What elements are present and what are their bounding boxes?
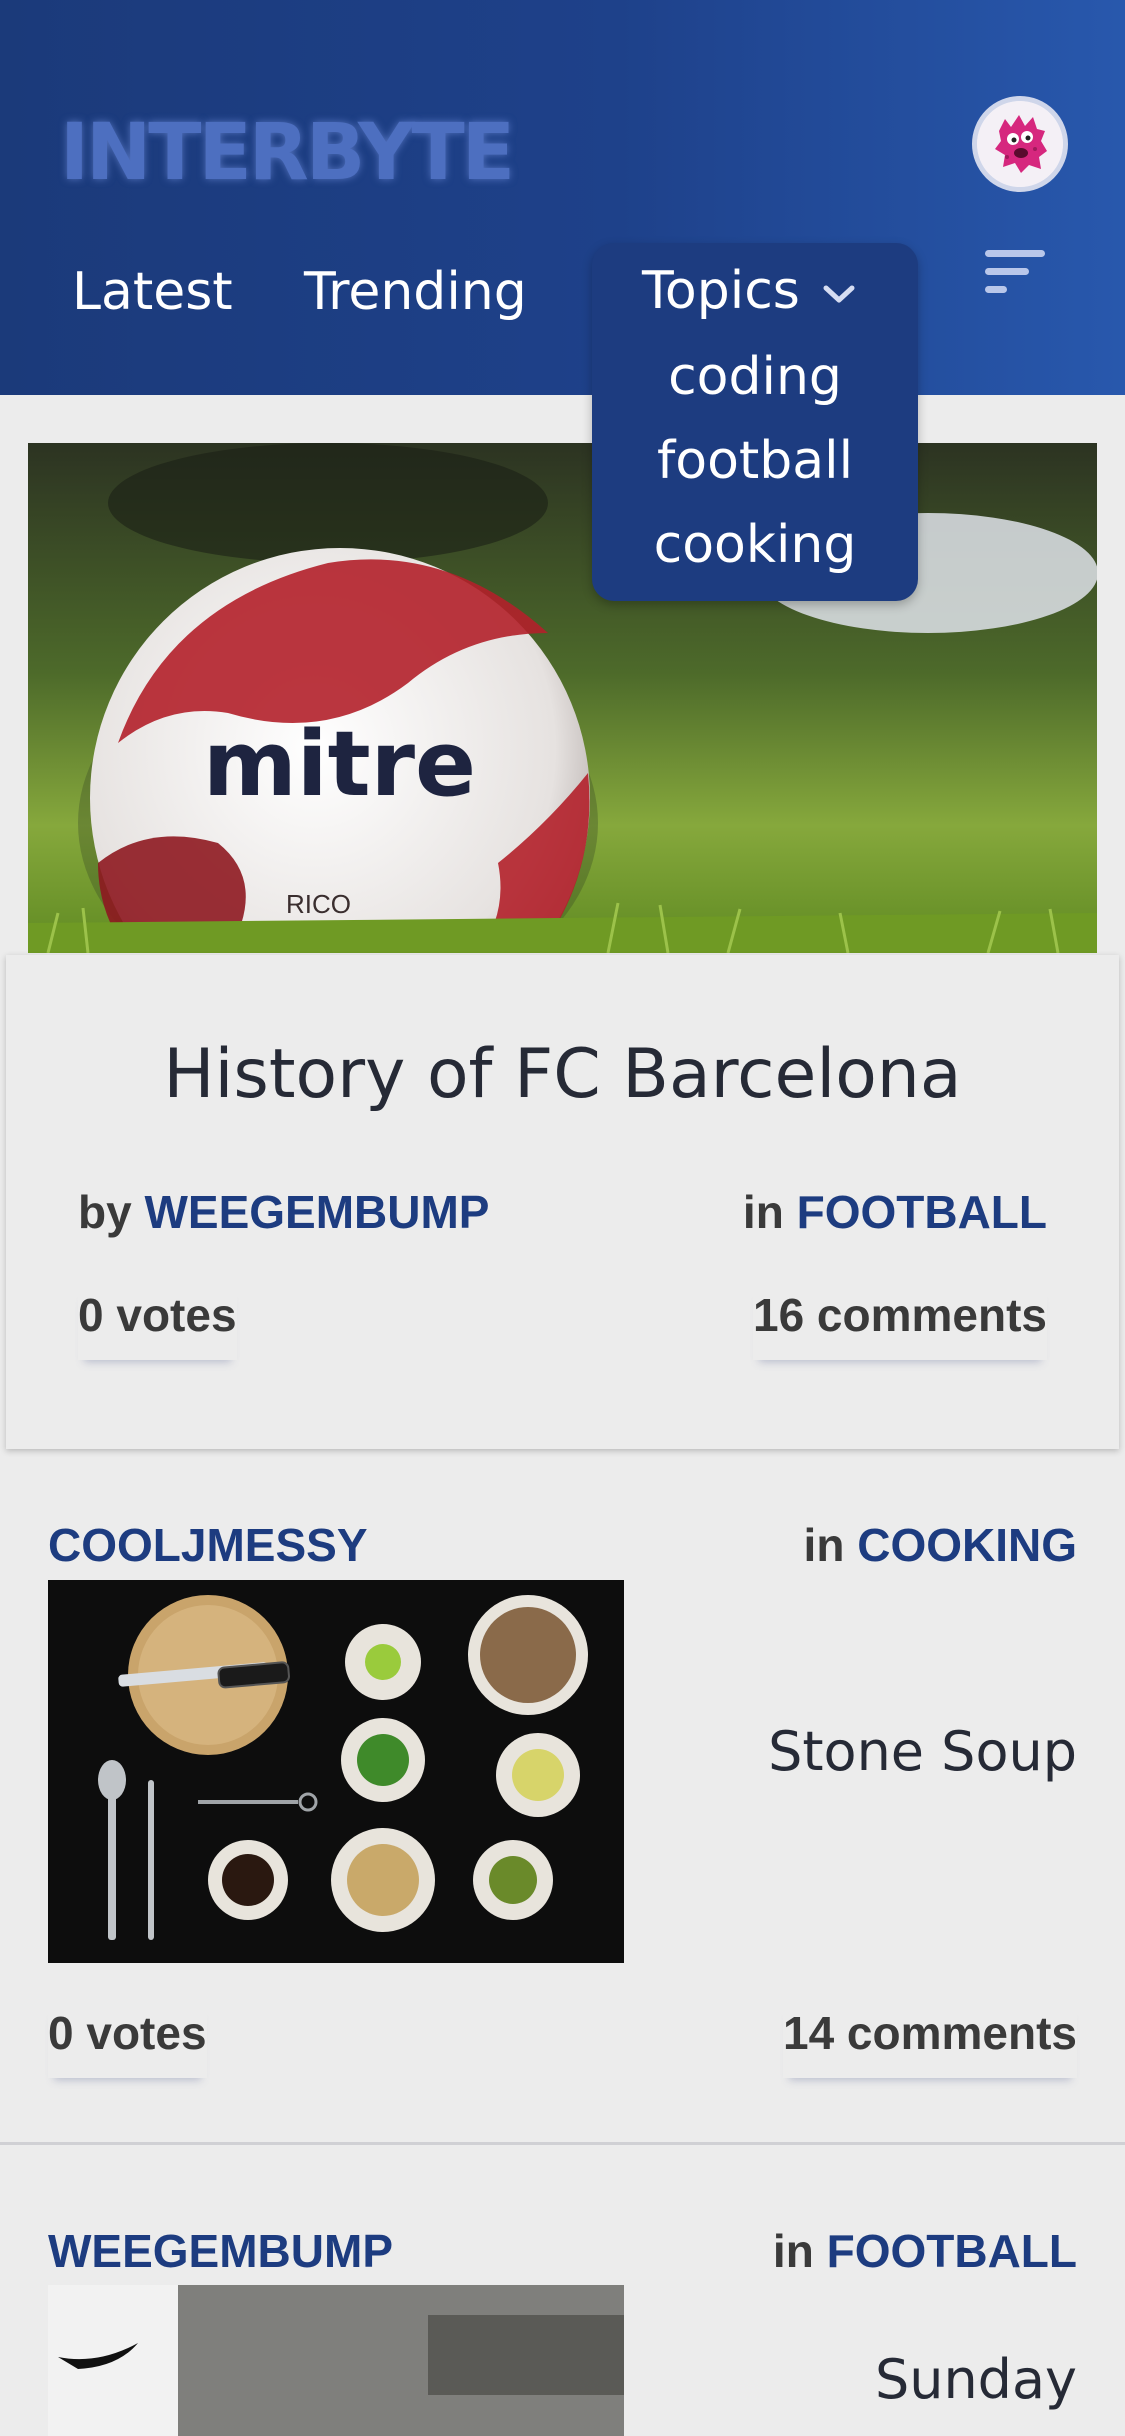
hamburger-menu-icon[interactable]	[985, 250, 1045, 298]
topic-option-cooking[interactable]: cooking	[592, 515, 918, 575]
post-author-link[interactable]: COOLJMESSY	[48, 1518, 368, 1572]
featured-post-image[interactable]: mitre RICO	[28, 443, 1097, 953]
topic-link[interactable]: FOOTBALL	[797, 1186, 1047, 1238]
topics-dropdown-trigger[interactable]: Topics	[642, 261, 856, 321]
nav-latest[interactable]: Latest	[72, 262, 233, 322]
topic-link[interactable]: COOKING	[857, 1519, 1077, 1571]
featured-post-title[interactable]: History of FC Barcelona	[6, 1035, 1119, 1114]
post-thumbnail[interactable]	[48, 1580, 624, 1963]
user-avatar[interactable]	[972, 96, 1068, 192]
monster-avatar-icon	[977, 101, 1063, 187]
featured-post-card[interactable]: History of FC Barcelona by WEEGEMBUMP in…	[6, 955, 1119, 1449]
nav-trending[interactable]: Trending	[304, 262, 527, 322]
votes-count[interactable]: 0 votes	[78, 1288, 237, 1360]
post-thumbnail[interactable]	[48, 2285, 624, 2436]
in-label: in	[742, 1186, 784, 1238]
topics-label: Topics	[642, 261, 800, 321]
featured-post-author: by WEEGEMBUMP	[78, 1185, 489, 1239]
topic-option-football[interactable]: football	[592, 431, 918, 491]
chevron-down-icon	[823, 285, 855, 303]
topic-link[interactable]: FOOTBALL	[827, 2225, 1077, 2277]
post-divider	[0, 2142, 1125, 2145]
post-title[interactable]: Stone Soup	[768, 1720, 1077, 1783]
author-link[interactable]: WEEGEMBUMP	[144, 1186, 489, 1238]
svg-text:mitre: mitre	[203, 712, 476, 817]
topics-dropdown[interactable]: Topics coding football cooking	[592, 243, 918, 601]
post-title[interactable]: Sunday	[875, 2348, 1077, 2411]
svg-text:RICO: RICO	[286, 889, 351, 919]
votes-count[interactable]: 0 votes	[48, 2006, 207, 2078]
post-topic: in COOKING	[804, 1518, 1077, 1572]
football-photo: mitre RICO	[28, 443, 1097, 953]
post-topic: in FOOTBALL	[773, 2224, 1077, 2278]
comments-count[interactable]: 16 comments	[753, 1288, 1047, 1360]
app-header: INTERBYTE Latest Trending	[0, 0, 1125, 395]
by-label: by	[78, 1186, 132, 1238]
featured-post-topic: in FOOTBALL	[743, 1185, 1047, 1239]
football-sock-photo	[48, 2285, 624, 2436]
topic-option-coding[interactable]: coding	[592, 347, 918, 407]
in-label: in	[772, 2225, 814, 2277]
comments-count[interactable]: 14 comments	[783, 2006, 1077, 2078]
post-author-link[interactable]: WEEGEMBUMP	[48, 2224, 393, 2278]
in-label: in	[803, 1519, 845, 1571]
cooking-ingredients-photo	[48, 1580, 624, 1963]
app-logo[interactable]: INTERBYTE	[60, 108, 515, 198]
